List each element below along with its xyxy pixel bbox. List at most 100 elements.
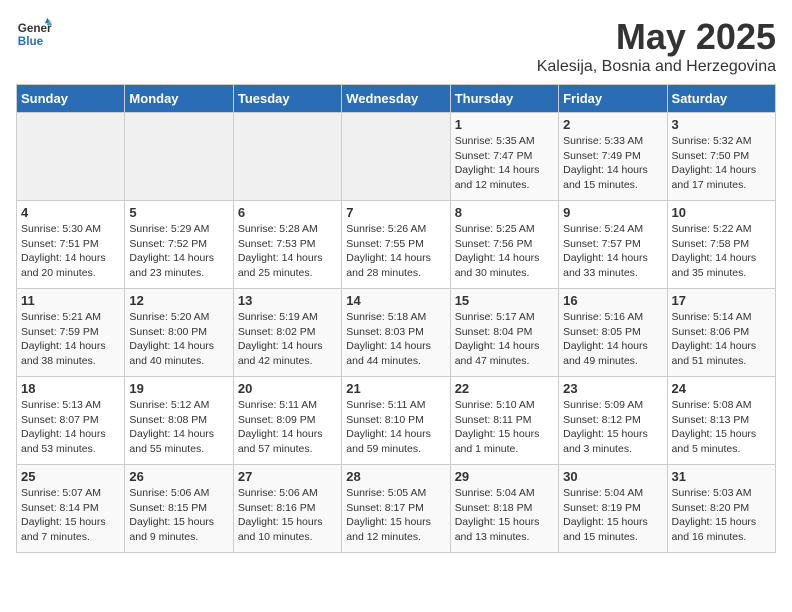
weekday-header-row: SundayMondayTuesdayWednesdayThursdayFrid…: [17, 85, 776, 113]
day-info: Sunrise: 5:08 AM Sunset: 8:13 PM Dayligh…: [672, 398, 771, 457]
calendar-cell: 14Sunrise: 5:18 AM Sunset: 8:03 PM Dayli…: [342, 289, 450, 377]
calendar-cell: 5 Sunrise: 5:29 AM Sunset: 7:52 PM Daylig…: [125, 201, 233, 289]
calendar-cell: [233, 113, 341, 201]
day-info: Sunrise: 5:06 AM Sunset: 8:16 PM Dayligh…: [238, 486, 337, 545]
day-info: Sunrise: 5:20 AM Sunset: 8:00 PM Dayligh…: [129, 310, 228, 369]
day-info: Sunrise: 5:05 AM Sunset: 8:17 PM Dayligh…: [346, 486, 445, 545]
day-info: Sunrise: 5:11 AM Sunset: 8:10 PM Dayligh…: [346, 398, 445, 457]
day-number: 2: [563, 117, 662, 132]
calendar-cell: 13 Sunrise: 5:19 AM Sunset: 8:02 PM Dayli…: [233, 289, 341, 377]
calendar-cell: 6 Sunrise: 5:28 AM Sunset: 7:53 PM Daylig…: [233, 201, 341, 289]
calendar-cell: 28 Sunrise: 5:05 AM Sunset: 8:17 PM Dayli…: [342, 465, 450, 553]
day-number: 13: [238, 293, 337, 308]
day-number: 25: [21, 469, 120, 484]
calendar-cell: 10 Sunrise: 5:22 AM Sunset: 7:58 PM Dayli…: [667, 201, 775, 289]
week-row-5: 25 Sunrise: 5:07 AM Sunset: 8:14 PM Dayli…: [17, 465, 776, 553]
day-number: 20: [238, 381, 337, 396]
calendar-cell: 2 Sunrise: 5:33 AM Sunset: 7:49 PM Daylig…: [559, 113, 667, 201]
calendar-cell: 3Sunrise: 5:32 AM Sunset: 7:50 PM Daylig…: [667, 113, 775, 201]
day-info: Sunrise: 5:28 AM Sunset: 7:53 PM Dayligh…: [238, 222, 337, 281]
day-number: 23: [563, 381, 662, 396]
day-info: Sunrise: 5:22 AM Sunset: 7:58 PM Dayligh…: [672, 222, 771, 281]
day-number: 6: [238, 205, 337, 220]
day-info: Sunrise: 5:32 AM Sunset: 7:50 PM Dayligh…: [672, 134, 771, 193]
day-number: 22: [455, 381, 554, 396]
day-number: 30: [563, 469, 662, 484]
day-number: 10: [672, 205, 771, 220]
day-info: Sunrise: 5:19 AM Sunset: 8:02 PM Dayligh…: [238, 310, 337, 369]
day-number: 1: [455, 117, 554, 132]
day-info: Sunrise: 5:14 AM Sunset: 8:06 PM Dayligh…: [672, 310, 771, 369]
calendar-cell: 26 Sunrise: 5:06 AM Sunset: 8:15 PM Dayli…: [125, 465, 233, 553]
month-title: May 2025: [537, 16, 776, 58]
day-number: 31: [672, 469, 771, 484]
calendar-cell: 20 Sunrise: 5:11 AM Sunset: 8:09 PM Dayli…: [233, 377, 341, 465]
day-info: Sunrise: 5:18 AM Sunset: 8:03 PM Dayligh…: [346, 310, 445, 369]
day-number: 24: [672, 381, 771, 396]
day-info: Sunrise: 5:11 AM Sunset: 8:09 PM Dayligh…: [238, 398, 337, 457]
day-info: Sunrise: 5:35 AM Sunset: 7:47 PM Dayligh…: [455, 134, 554, 193]
calendar-cell: [17, 113, 125, 201]
svg-text:Blue: Blue: [18, 35, 44, 48]
week-row-3: 11Sunrise: 5:21 AM Sunset: 7:59 PM Dayli…: [17, 289, 776, 377]
day-number: 4: [21, 205, 120, 220]
week-row-1: 1 Sunrise: 5:35 AM Sunset: 7:47 PM Daylig…: [17, 113, 776, 201]
day-number: 7: [346, 205, 445, 220]
calendar-cell: 8 Sunrise: 5:25 AM Sunset: 7:56 PM Daylig…: [450, 201, 558, 289]
day-number: 17: [672, 293, 771, 308]
day-info: Sunrise: 5:25 AM Sunset: 7:56 PM Dayligh…: [455, 222, 554, 281]
calendar-cell: 9Sunrise: 5:24 AM Sunset: 7:57 PM Daylig…: [559, 201, 667, 289]
day-number: 19: [129, 381, 228, 396]
day-number: 8: [455, 205, 554, 220]
calendar-cell: 24 Sunrise: 5:08 AM Sunset: 8:13 PM Dayli…: [667, 377, 775, 465]
day-number: 28: [346, 469, 445, 484]
calendar-cell: 19 Sunrise: 5:12 AM Sunset: 8:08 PM Dayli…: [125, 377, 233, 465]
day-number: 15: [455, 293, 554, 308]
day-info: Sunrise: 5:07 AM Sunset: 8:14 PM Dayligh…: [21, 486, 120, 545]
day-number: 21: [346, 381, 445, 396]
day-info: Sunrise: 5:26 AM Sunset: 7:55 PM Dayligh…: [346, 222, 445, 281]
logo-icon: General Blue: [16, 16, 52, 52]
calendar-cell: 25 Sunrise: 5:07 AM Sunset: 8:14 PM Dayli…: [17, 465, 125, 553]
svg-text:General: General: [18, 22, 52, 35]
calendar-cell: 27 Sunrise: 5:06 AM Sunset: 8:16 PM Dayli…: [233, 465, 341, 553]
title-block: May 2025 Kalesija, Bosnia and Herzegovin…: [537, 16, 776, 76]
day-info: Sunrise: 5:12 AM Sunset: 8:08 PM Dayligh…: [129, 398, 228, 457]
weekday-header-tuesday: Tuesday: [233, 85, 341, 113]
location-subtitle: Kalesija, Bosnia and Herzegovina: [537, 58, 776, 76]
day-info: Sunrise: 5:06 AM Sunset: 8:15 PM Dayligh…: [129, 486, 228, 545]
day-info: Sunrise: 5:10 AM Sunset: 8:11 PM Dayligh…: [455, 398, 554, 457]
day-number: 27: [238, 469, 337, 484]
calendar-cell: 1 Sunrise: 5:35 AM Sunset: 7:47 PM Daylig…: [450, 113, 558, 201]
day-number: 5: [129, 205, 228, 220]
day-info: Sunrise: 5:24 AM Sunset: 7:57 PM Dayligh…: [563, 222, 662, 281]
calendar-cell: 21 Sunrise: 5:11 AM Sunset: 8:10 PM Dayli…: [342, 377, 450, 465]
calendar-cell: [125, 113, 233, 201]
logo: General Blue: [16, 16, 52, 52]
week-row-2: 4Sunrise: 5:30 AM Sunset: 7:51 PM Daylig…: [17, 201, 776, 289]
day-number: 12: [129, 293, 228, 308]
day-number: 16: [563, 293, 662, 308]
calendar-cell: 31 Sunrise: 5:03 AM Sunset: 8:20 PM Dayli…: [667, 465, 775, 553]
calendar-cell: 18Sunrise: 5:13 AM Sunset: 8:07 PM Dayli…: [17, 377, 125, 465]
day-number: 18: [21, 381, 120, 396]
calendar-table: SundayMondayTuesdayWednesdayThursdayFrid…: [16, 84, 776, 553]
calendar-cell: 7 Sunrise: 5:26 AM Sunset: 7:55 PM Daylig…: [342, 201, 450, 289]
weekday-header-friday: Friday: [559, 85, 667, 113]
calendar-cell: 4Sunrise: 5:30 AM Sunset: 7:51 PM Daylig…: [17, 201, 125, 289]
weekday-header-saturday: Saturday: [667, 85, 775, 113]
calendar-cell: 15Sunrise: 5:17 AM Sunset: 8:04 PM Dayli…: [450, 289, 558, 377]
day-number: 26: [129, 469, 228, 484]
calendar-cell: 16 Sunrise: 5:16 AM Sunset: 8:05 PM Dayli…: [559, 289, 667, 377]
day-info: Sunrise: 5:03 AM Sunset: 8:20 PM Dayligh…: [672, 486, 771, 545]
weekday-header-sunday: Sunday: [17, 85, 125, 113]
day-info: Sunrise: 5:33 AM Sunset: 7:49 PM Dayligh…: [563, 134, 662, 193]
day-info: Sunrise: 5:09 AM Sunset: 8:12 PM Dayligh…: [563, 398, 662, 457]
weekday-header-wednesday: Wednesday: [342, 85, 450, 113]
day-info: Sunrise: 5:29 AM Sunset: 7:52 PM Dayligh…: [129, 222, 228, 281]
day-info: Sunrise: 5:16 AM Sunset: 8:05 PM Dayligh…: [563, 310, 662, 369]
day-info: Sunrise: 5:04 AM Sunset: 8:18 PM Dayligh…: [455, 486, 554, 545]
calendar-cell: [342, 113, 450, 201]
weekday-header-monday: Monday: [125, 85, 233, 113]
day-number: 11: [21, 293, 120, 308]
